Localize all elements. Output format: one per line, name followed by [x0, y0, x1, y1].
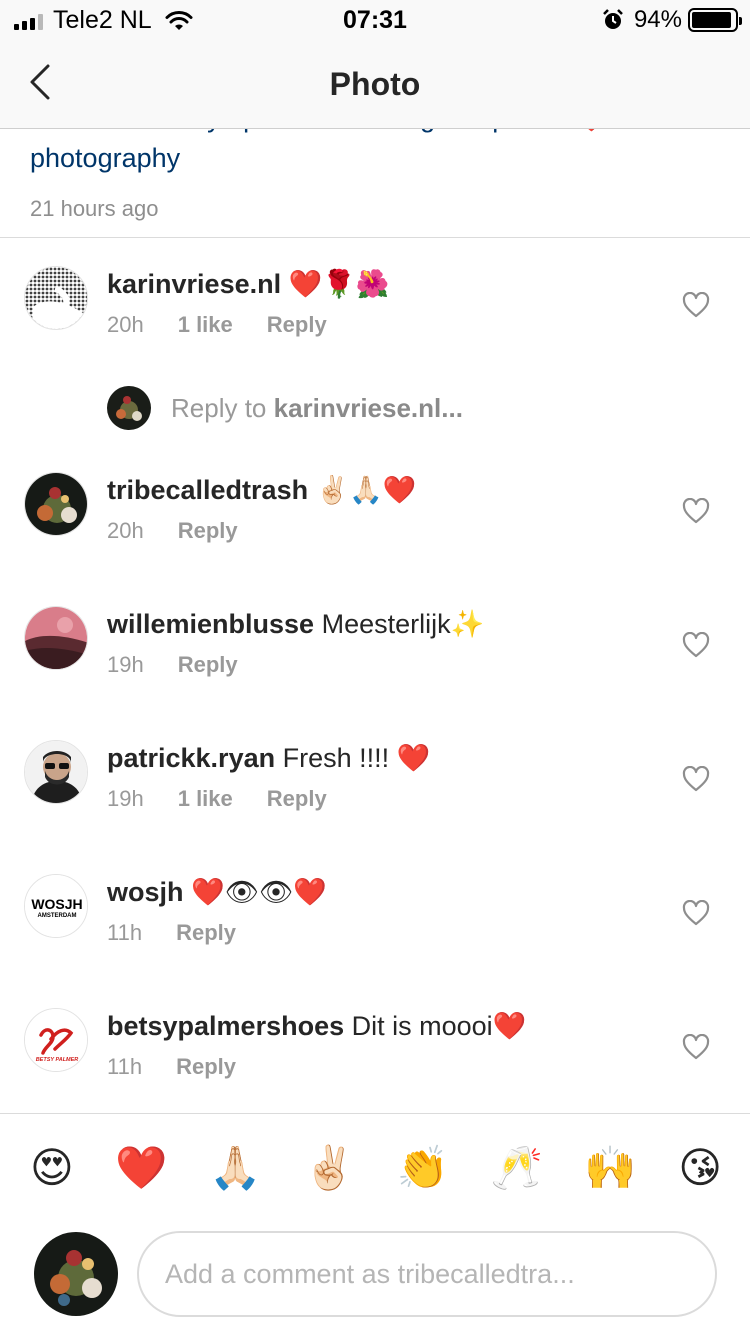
composer-avatar: [34, 1232, 118, 1316]
status-right: 94%: [602, 6, 742, 34]
comment-text: ❤️👁👁❤️: [191, 877, 327, 907]
comment-username[interactable]: tribecalledtrash: [107, 475, 308, 505]
comment-body: karinvriese.nl ❤️🌹🌺 20h 1 like Reply: [107, 266, 667, 338]
reply-button[interactable]: Reply: [178, 652, 238, 678]
comment-username[interactable]: betsypalmershoes: [107, 1011, 344, 1041]
heart-outline-icon[interactable]: [682, 498, 710, 524]
reply-button[interactable]: Reply: [267, 312, 327, 338]
comment-body: patrickk.ryan Fresh !!!! ❤️ 19h 1 like R…: [107, 740, 667, 812]
heart-outline-icon[interactable]: [682, 292, 710, 318]
likes-count[interactable]: 1 like: [178, 312, 233, 338]
betsy-logo-text: BETSY PALMER: [36, 1057, 79, 1063]
emoji-clapping-hands[interactable]: 👏: [397, 1140, 449, 1196]
caption-timestamp: 21 hours ago: [30, 196, 159, 221]
comment-username[interactable]: karinvriese.nl: [107, 269, 281, 299]
avatar[interactable]: [24, 472, 88, 536]
comment-text: Dit is moooi❤️: [351, 1011, 527, 1041]
comment-time: 20h: [107, 518, 144, 543]
caption-hashtag-photography[interactable]: photography: [30, 138, 720, 178]
comment-body: betsypalmershoes Dit is moooi❤️ 11h Repl…: [107, 1008, 667, 1080]
likes-count[interactable]: 1 like: [178, 786, 233, 812]
emoji-heart-eyes[interactable]: 😍: [30, 1140, 74, 1196]
reply-button[interactable]: Reply: [176, 920, 236, 946]
page-title: Photo: [329, 66, 421, 102]
comment-text: Meesterlijk✨: [321, 609, 485, 639]
reply-button[interactable]: Reply: [178, 518, 238, 544]
reply-username: karinvriese.nl...: [273, 392, 463, 423]
emoji-red-heart[interactable]: ❤️: [115, 1140, 167, 1196]
emoji-raising-hands[interactable]: 🙌: [584, 1140, 636, 1196]
comment-username[interactable]: patrickk.ryan: [107, 743, 275, 773]
comment-time: 11h: [107, 920, 143, 945]
battery-percent: 94%: [633, 6, 682, 33]
comment-input[interactable]: [137, 1231, 717, 1317]
avatar[interactable]: [24, 266, 88, 330]
comment-time: 20h: [107, 312, 144, 337]
comment-text: ✌🏻🙏🏻❤️: [315, 475, 417, 505]
alarm-icon: [603, 9, 623, 29]
reply-prompt[interactable]: Reply to karinvriese.nl...: [107, 386, 463, 430]
emoji-blowing-kiss[interactable]: 😘: [678, 1140, 722, 1196]
comment-username[interactable]: willemienblusse: [107, 609, 314, 639]
reply-button[interactable]: Reply: [176, 1054, 236, 1080]
emoji-victory-hand[interactable]: ✌🏻: [303, 1140, 355, 1196]
comment-body: wosjh ❤️👁👁❤️ 11h Reply: [107, 874, 667, 946]
comment-time: 19h: [107, 786, 144, 811]
wosjh-logo-subtext: AMSTERDAM: [38, 913, 77, 919]
battery-fill: [692, 12, 732, 28]
nav-bar: Photo: [0, 40, 750, 129]
avatar[interactable]: [24, 606, 88, 670]
emoji-folded-hands[interactable]: 🙏🏻: [209, 1140, 261, 1196]
comment-username[interactable]: wosjh: [107, 877, 184, 907]
reply-button[interactable]: Reply: [267, 786, 327, 812]
wosjh-logo-text: WOSJH: [31, 896, 82, 912]
divider: [0, 237, 750, 238]
avatar[interactable]: BETSY PALMER: [24, 1008, 88, 1072]
comment-text: ❤️🌹🌺: [288, 269, 390, 299]
emoji-clinking-glasses[interactable]: 🥂: [491, 1140, 543, 1196]
reply-prefix: Reply to: [171, 392, 274, 423]
comment-text: Fresh !!!! ❤️: [282, 743, 431, 773]
avatar[interactable]: WOSJH AMSTERDAM: [24, 874, 88, 938]
battery-icon: [688, 8, 742, 32]
heart-outline-icon[interactable]: [682, 766, 710, 792]
divider: [0, 1113, 750, 1114]
comment-time: 19h: [107, 652, 144, 677]
avatar: [107, 386, 151, 430]
heart-outline-icon[interactable]: [682, 632, 710, 658]
quick-emoji-bar: 😍 ❤️ 🙏🏻 ✌🏻 👏 🥂 🙌 😘: [0, 1140, 750, 1196]
heart-outline-icon[interactable]: [682, 900, 710, 926]
comment-time: 11h: [107, 1054, 143, 1079]
heart-outline-icon[interactable]: [682, 1034, 710, 1060]
status-bar: Tele2 NL 07:31 94%: [0, 0, 750, 40]
comment-body: willemienblusse Meesterlijk✨ 19h Reply: [107, 606, 667, 678]
avatar[interactable]: [24, 740, 88, 804]
comment-body: tribecalledtrash ✌🏻🙏🏻❤️ 20h Reply: [107, 472, 667, 544]
